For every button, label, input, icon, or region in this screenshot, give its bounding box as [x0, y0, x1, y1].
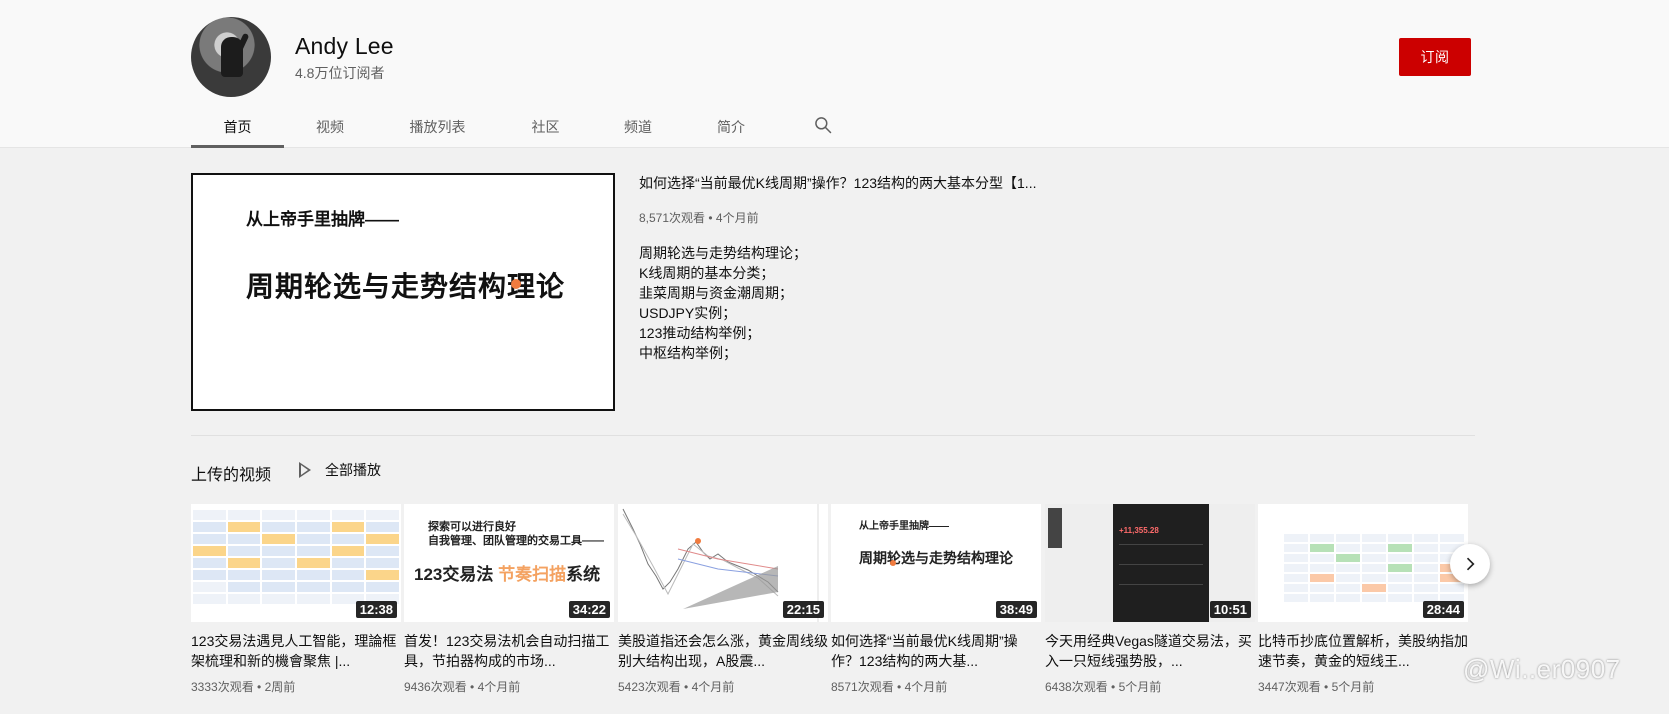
- tab-videos[interactable]: 视频: [284, 108, 376, 148]
- description-line: 韭菜周期与资金潮周期；: [639, 285, 793, 301]
- video-duration: 28:44: [1422, 601, 1464, 618]
- thumb-sidebar: [1048, 508, 1062, 548]
- video-thumbnail[interactable]: 从上帝手里抽牌—— 周期轮选与走势结构理论 38:49: [831, 504, 1041, 622]
- video-meta: 5423次观看 • 4个月前: [618, 680, 735, 694]
- description-line: 中枢结构举例；: [639, 345, 737, 361]
- thumb-text: 从上帝手里抽牌——: [859, 521, 949, 532]
- chevron-right-icon: [1466, 557, 1475, 571]
- video-thumbnail[interactable]: 28:44: [1258, 504, 1468, 622]
- tab-about[interactable]: 简介: [684, 108, 778, 148]
- video-card: 28:44 比特币抄底位置解析，美股纳指加速节奏，黄金的短线王... 3447次…: [1258, 504, 1468, 695]
- video-meta: 3333次观看 • 2周前: [191, 680, 296, 694]
- channel-tabs: 首页 视频 播放列表 社区 频道 简介: [191, 108, 778, 148]
- featured-video-description: 周期轮选与走势结构理论； K线周期的基本分类； 韭菜周期与资金潮周期； USDJ…: [639, 243, 807, 363]
- video-meta: 9436次观看 • 4个月前: [404, 680, 521, 694]
- subscriber-count: 4.8万位订阅者: [295, 65, 385, 81]
- featured-video-title[interactable]: 如何选择“当前最优K线周期”操作？123结构的两大基本分型【1...: [639, 173, 1059, 193]
- video-title[interactable]: 123交易法遇見人工智能，理論框架梳理和新的機會聚焦 |...: [191, 631, 401, 671]
- video-meta: 6438次观看 • 5个月前: [1045, 680, 1162, 694]
- video-thumbnail[interactable]: 12:38: [191, 504, 401, 622]
- subscribe-button[interactable]: 订阅: [1399, 38, 1471, 76]
- video-duration: 12:38: [355, 601, 397, 618]
- channel-header: Andy Lee 4.8万位订阅者 订阅 首页 视频 播放列表 社区 频道 简介: [0, 0, 1669, 148]
- video-card: 22:15 美股道指还会怎么涨，黄金周线级别大结构出现，A股震... 5423次…: [618, 504, 828, 695]
- section-divider: [191, 435, 1475, 436]
- video-thumbnail[interactable]: 探索可以进行良好 自我管理、团队管理的交易工具—— 123交易法 节奏扫描系统 …: [404, 504, 614, 622]
- tab-channels[interactable]: 频道: [592, 108, 684, 148]
- thumb-phone-screen: +11,355.28: [1113, 504, 1209, 622]
- tab-home[interactable]: 首页: [191, 108, 284, 148]
- video-thumbnail[interactable]: 22:15: [618, 504, 828, 622]
- video-card: 从上帝手里抽牌—— 周期轮选与走势结构理论 38:49 如何选择“当前最优K线周…: [831, 504, 1041, 695]
- video-title[interactable]: 美股道指还会怎么涨，黄金周线级别大结构出现，A股震...: [618, 631, 828, 671]
- thumb-headline: 123交易法 节奏扫描系统: [414, 560, 600, 585]
- avatar[interactable]: [191, 17, 271, 97]
- play-icon: [299, 462, 311, 478]
- video-meta: 8571次观看 • 4个月前: [831, 680, 948, 694]
- video-title[interactable]: 首发！123交易法机会自动扫描工具，节拍器构成的市场...: [404, 631, 614, 671]
- search-icon[interactable]: [813, 115, 833, 135]
- video-title[interactable]: 比特币抄底位置解析，美股纳指加速节奏，黄金的短线王...: [1258, 631, 1468, 671]
- featured-video-meta: 8,571次观看 • 4个月前: [639, 211, 759, 225]
- thumb-headline: 周期轮选与走势结构理论: [859, 550, 1013, 566]
- uploads-section-title[interactable]: 上传的视频: [191, 461, 271, 485]
- tab-playlists[interactable]: 播放列表: [376, 108, 499, 148]
- featured-video-thumbnail[interactable]: 从上帝手里抽牌—— 周期轮选与走势结构理论: [191, 173, 615, 411]
- video-duration: 10:51: [1209, 601, 1251, 618]
- play-all-button[interactable]: 全部播放: [299, 460, 381, 480]
- pointer-dot: [890, 560, 896, 566]
- video-duration: 22:15: [782, 601, 824, 618]
- description-line: 123推动结构举例；: [639, 325, 761, 341]
- thumb-text: 自我管理、团队管理的交易工具——: [428, 535, 604, 547]
- pointer-dot: [511, 279, 521, 289]
- video-meta: 3447次观看 • 5个月前: [1258, 680, 1375, 694]
- play-all-label: 全部播放: [325, 462, 381, 478]
- channel-name: Andy Lee: [295, 33, 394, 59]
- video-card: 探索可以进行良好 自我管理、团队管理的交易工具—— 123交易法 节奏扫描系统 …: [404, 504, 614, 695]
- video-card: 12:38 123交易法遇見人工智能，理論框架梳理和新的機會聚焦 |... 33…: [191, 504, 401, 695]
- description-line: K线周期的基本分类；: [639, 265, 775, 281]
- thumb-headline-part: 系统: [566, 565, 601, 584]
- video-thumbnail[interactable]: +11,355.28 10:51: [1045, 504, 1255, 622]
- thumb-headline-highlight: 节奏扫描: [498, 565, 567, 584]
- watermark: @Wi..er0907: [1463, 654, 1621, 684]
- featured-thumb-line1: 从上帝手里抽牌——: [246, 210, 399, 229]
- video-duration: 38:49: [995, 601, 1037, 618]
- video-title[interactable]: 如何选择“当前最优K线周期”操作？123结构的两大基...: [831, 631, 1041, 671]
- video-title[interactable]: 今天用经典Vegas隧道交易法，买入一只短线强势股，...: [1045, 631, 1255, 671]
- description-line: USDJPY实例；: [639, 305, 737, 321]
- thumb-value: +11,355.28: [1119, 526, 1159, 535]
- carousel-next-button[interactable]: [1450, 544, 1490, 584]
- video-card: +11,355.28 10:51 今天用经典Vegas隧道交易法，买入一只短线强…: [1045, 504, 1255, 695]
- description-line: 周期轮选与走势结构理论；: [639, 245, 807, 261]
- video-duration: 34:22: [568, 601, 610, 618]
- tab-community[interactable]: 社区: [499, 108, 592, 148]
- thumb-headline-part: 123交易法: [414, 565, 499, 584]
